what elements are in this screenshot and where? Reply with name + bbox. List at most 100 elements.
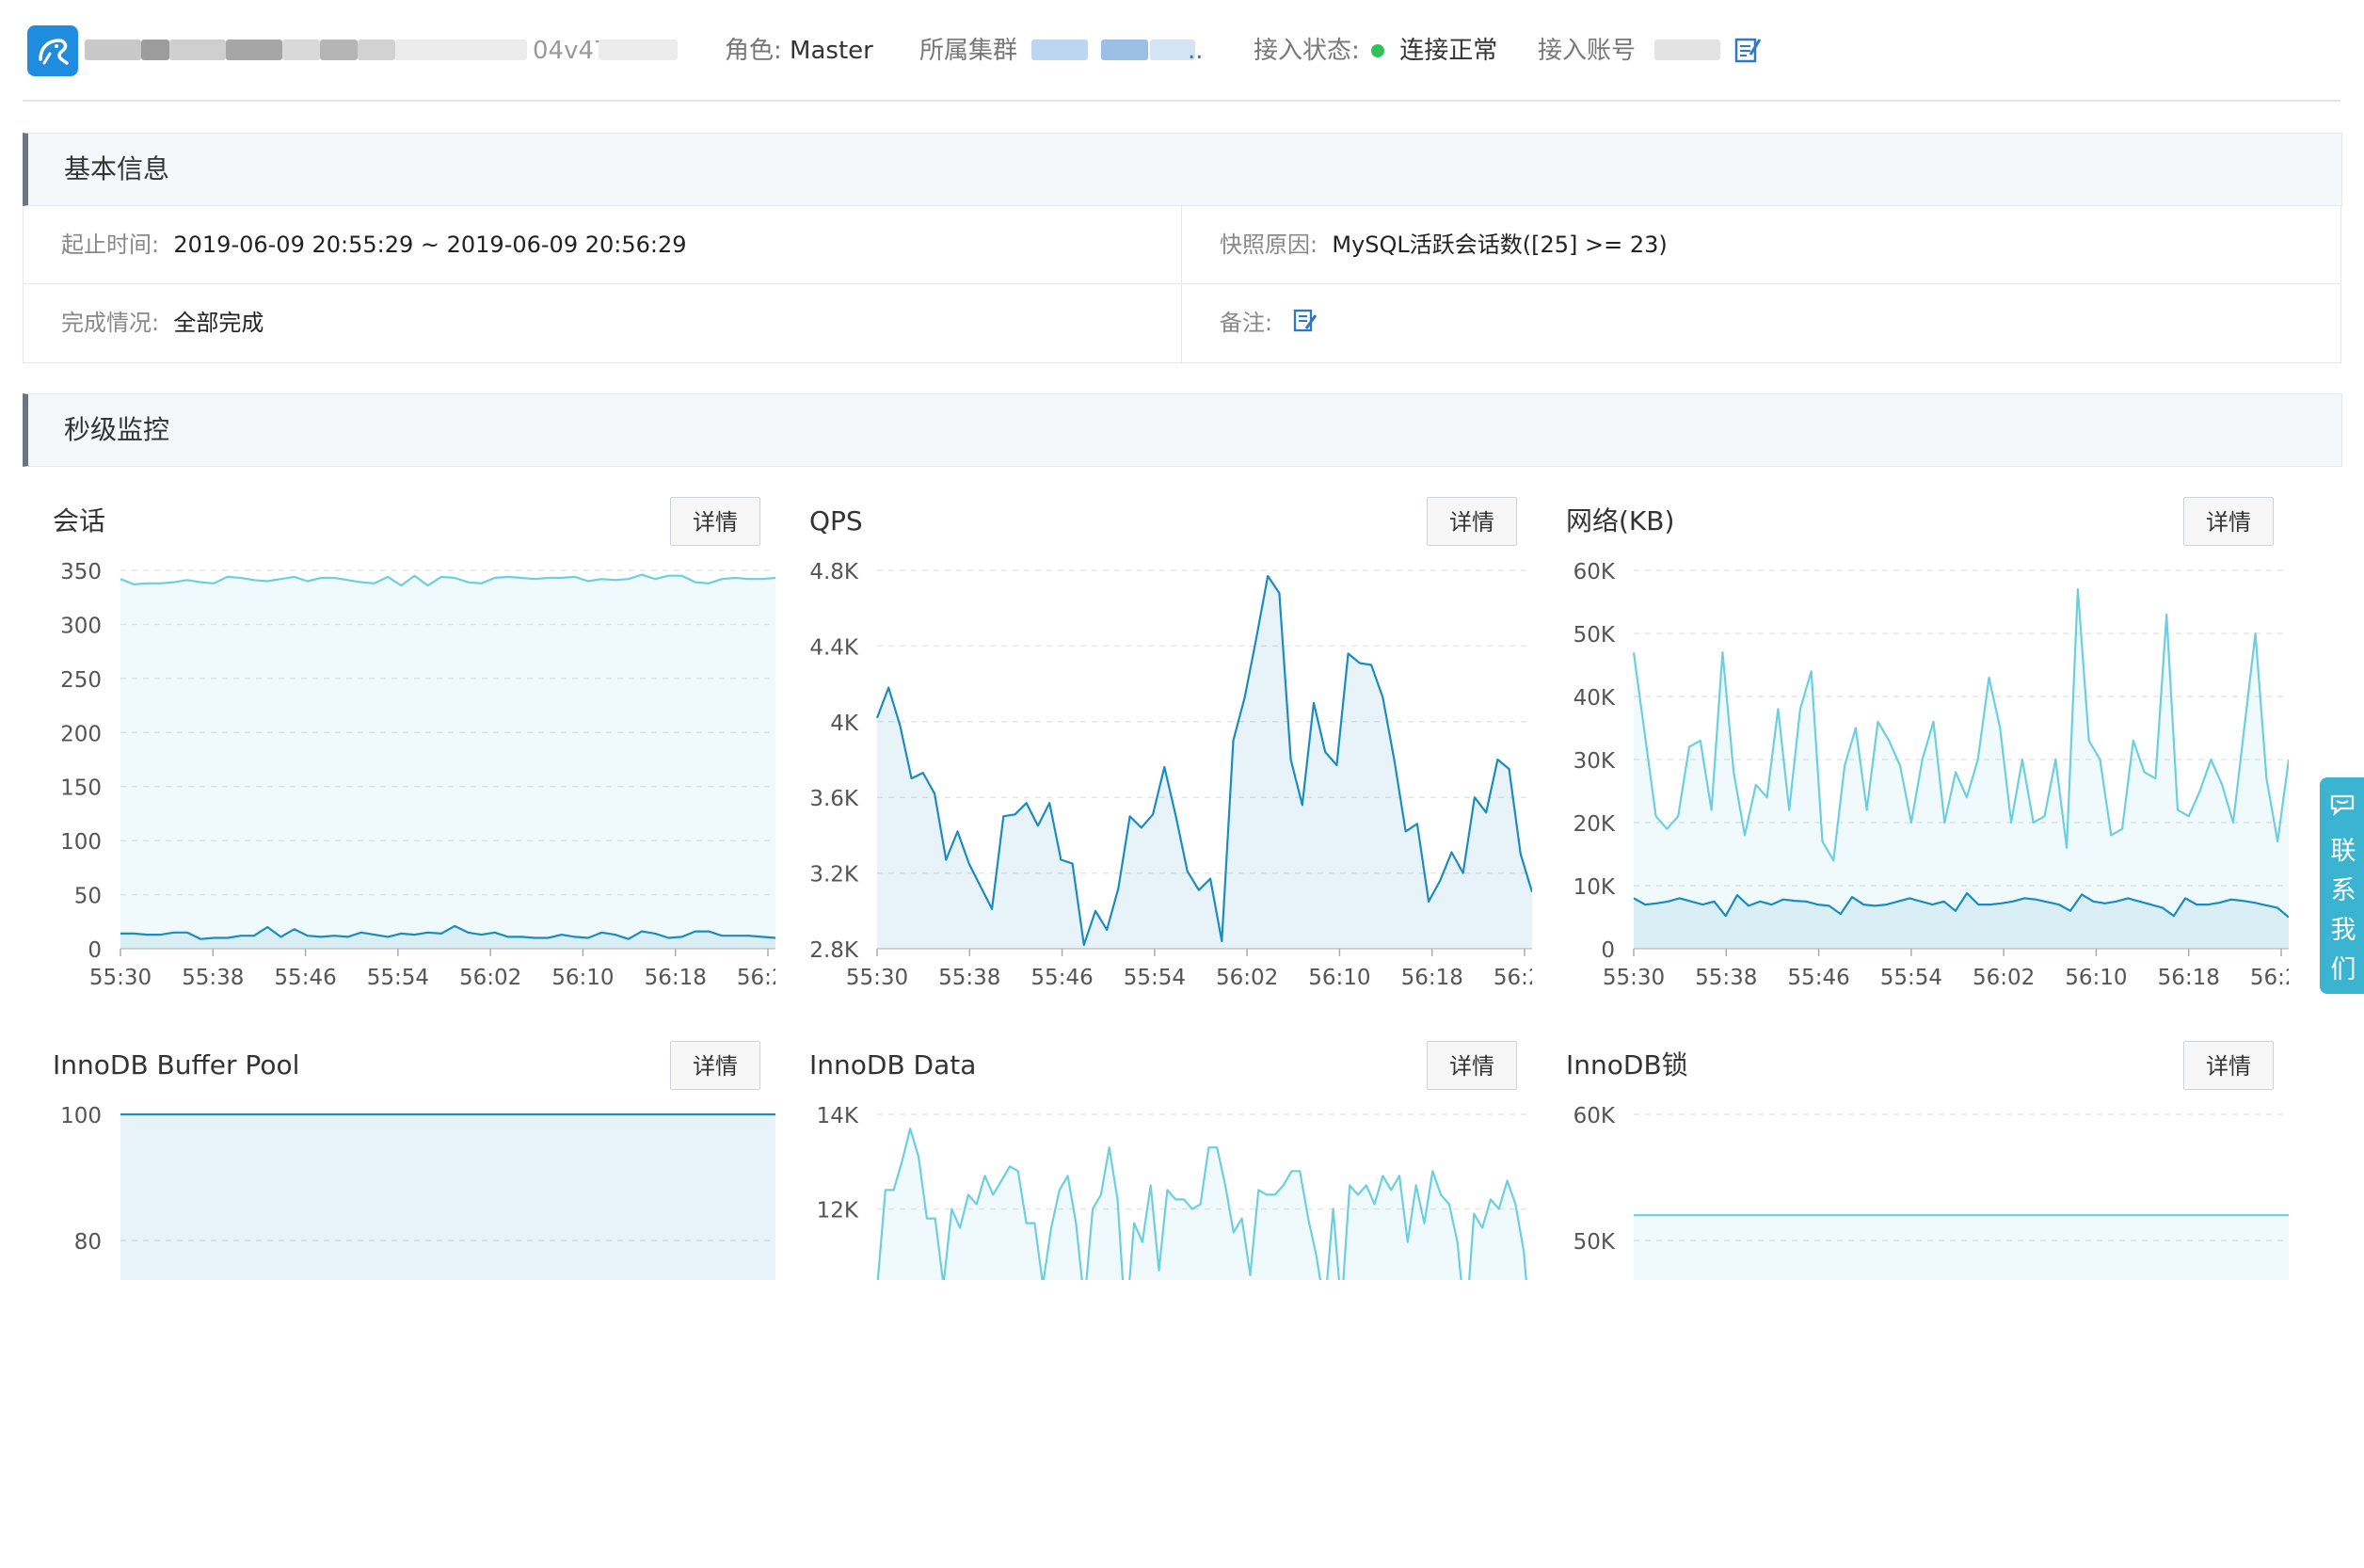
x-tick-label: 56:02: [459, 966, 521, 990]
x-tick-label: 55:38: [182, 966, 244, 990]
note-label: 备注:: [1220, 310, 1273, 336]
basic-info-title: 基本信息: [64, 153, 170, 184]
y-tick-label: 150: [60, 776, 102, 801]
time-range-cell: 起止时间: 2019-06-09 20:55:29 ~ 2019-06-09 2…: [61, 206, 687, 283]
y-tick-label: 0: [1601, 938, 1615, 963]
y-tick-label: 50: [74, 885, 102, 909]
x-tick-label: 55:30: [1603, 966, 1665, 990]
chart-title: 会话: [53, 505, 106, 536]
y-tick-label: 250: [60, 668, 102, 693]
x-tick-label: 55:38: [1695, 966, 1757, 990]
connection-status: 接入状态: 连接正常: [1254, 34, 1497, 68]
x-tick-label: 55:54: [1880, 966, 1942, 990]
y-tick-label: 80: [74, 1230, 102, 1255]
role-field: 角色: Master: [725, 34, 873, 68]
y-tick-label: 30K: [1573, 749, 1616, 774]
account-label: 接入账号: [1538, 37, 1637, 65]
snapshot-reason-label: 快照原因:: [1220, 232, 1318, 258]
qps-chart: 2.8K 3.2K 3.6K 4K 4.4K 4.8K 55:30 55:38 55:46 55:…: [779, 497, 1532, 1024]
y-tick-label: 12K: [817, 1199, 859, 1224]
y-tick-label: 350: [60, 560, 102, 584]
x-tick-label: 56:26: [737, 966, 775, 990]
series-area: [120, 1114, 775, 1280]
x-tick-label: 56:18: [2158, 966, 2220, 990]
network-detail-button[interactable]: 详情: [2183, 497, 2274, 546]
mysql-logo-icon: [27, 25, 78, 76]
basic-info-table: 起止时间: 2019-06-09 20:55:29 ~ 2019-06-09 2…: [23, 206, 2341, 363]
cluster-field: 所属集群: [919, 34, 1017, 68]
session-detail-button[interactable]: 详情: [670, 497, 760, 546]
buffer-pool-chart: 80 100 InnoDB Buffer Pool 详情: [23, 1041, 775, 1568]
series-area: [120, 574, 775, 949]
info-column-divider: [1181, 206, 1182, 362]
y-tick-label: 3.6K: [809, 787, 859, 811]
chart-svg: 0 10K 20K 30K 40K 50K 60K 55:30 55:38 55:46 55:54 5…: [1573, 560, 2289, 990]
innodb-data-detail-button[interactable]: 详情: [1427, 1041, 1517, 1090]
chart-svg: 2.8K 3.2K 3.6K 4K 4.4K 4.8K 55:30 55:38 55:46 55:…: [809, 560, 1532, 990]
contact-us-label: 联系我们: [2330, 837, 2356, 984]
x-tick-label: 55:46: [1030, 966, 1093, 990]
cluster-label: 所属集群: [919, 37, 1018, 65]
x-tick-label: 55:46: [1787, 966, 1849, 990]
x-tick-label: 56:02: [1973, 966, 2035, 990]
y-tick-label: 50K: [1573, 623, 1616, 648]
x-tick-label: 56:18: [1401, 966, 1463, 990]
snapshot-reason-cell: 快照原因: MySQL活跃会话数([25] >= 23): [1220, 206, 1668, 283]
x-tick-label: 55:38: [938, 966, 1000, 990]
x-tick-label: 56:26: [2250, 966, 2289, 990]
time-range-value: 2019-06-09 20:55:29 ~ 2019-06-09 20:56:2…: [173, 232, 687, 258]
chart-title: InnoDB Buffer Pool: [53, 1049, 300, 1080]
network-chart: 0 10K 20K 30K 40K 50K 60K 55:30 55:38 55:46 55:54 5…: [1536, 497, 2289, 1024]
snapshot-reason-value: MySQL活跃会话数([25] >= 23): [1332, 232, 1668, 258]
y-tick-label: 100: [60, 830, 102, 855]
buffer-pool-detail-button[interactable]: 详情: [670, 1041, 760, 1090]
basic-info-header: 基本信息: [23, 133, 2342, 206]
qps-detail-button[interactable]: 详情: [1427, 497, 1517, 546]
y-tick-label: 100: [60, 1104, 102, 1128]
y-tick-label: 4.8K: [809, 560, 859, 584]
x-tick-label: 55:46: [274, 966, 336, 990]
edit-account-icon[interactable]: [1733, 36, 1762, 64]
role-value: Master: [790, 37, 873, 65]
x-tick-label: 55:54: [1124, 966, 1186, 990]
x-tick-label: 55:30: [89, 966, 152, 990]
monitor-title: 秒级监控: [64, 414, 170, 445]
innodb-data-chart: 12K 14K InnoDB Data 详情: [779, 1041, 1532, 1568]
y-tick-label: 60K: [1573, 560, 1616, 584]
status-label: 接入状态:: [1254, 37, 1360, 65]
x-tick-label: 55:54: [367, 966, 429, 990]
y-tick-label: 2.8K: [809, 938, 859, 963]
y-tick-label: 50K: [1573, 1230, 1616, 1255]
y-tick-label: 4.4K: [809, 635, 859, 660]
contact-us-tab[interactable]: 联系我们: [2320, 777, 2364, 994]
chat-bubble-icon: [2329, 791, 2356, 817]
x-tick-label: 56:18: [645, 966, 707, 990]
chart-title: InnoDB锁: [1566, 1049, 1688, 1080]
y-tick-label: 0: [88, 938, 102, 963]
status-dot-icon: [1371, 43, 1385, 57]
edit-note-icon[interactable]: [1292, 308, 1318, 334]
y-tick-label: 200: [60, 722, 102, 746]
x-tick-label: 55:30: [846, 966, 908, 990]
y-tick-label: 300: [60, 614, 102, 638]
series-area: [1634, 589, 2289, 949]
instance-header: 04v47 角色: Master 所属集群 .. 接入状态: 连接正常 接入账号: [0, 0, 2364, 101]
time-range-label: 起止时间:: [61, 232, 160, 258]
y-tick-label: 20K: [1573, 812, 1616, 837]
completion-value: 全部完成: [173, 310, 264, 336]
completion-cell: 完成情况: 全部完成: [61, 284, 264, 361]
chart-title: QPS: [809, 505, 863, 536]
x-tick-label: 56:10: [2065, 966, 2127, 990]
innodb-lock-detail-button[interactable]: 详情: [2183, 1041, 2274, 1090]
y-tick-label: 40K: [1573, 686, 1616, 711]
header-divider: [23, 100, 2340, 102]
status-value: 连接正常: [1399, 37, 1498, 65]
chart-title: InnoDB Data: [809, 1049, 977, 1080]
x-tick-label: 56:10: [551, 966, 614, 990]
x-tick-label: 56:02: [1216, 966, 1278, 990]
info-divider: [24, 283, 2340, 284]
y-tick-label: 3.2K: [809, 863, 859, 888]
account-field: 接入账号: [1538, 34, 1636, 68]
x-tick-label: 56:26: [1493, 966, 1532, 990]
chart-svg: 0 50 100 150 200 250 300 350 55:30 55:38 55:46 55:5…: [60, 560, 775, 990]
